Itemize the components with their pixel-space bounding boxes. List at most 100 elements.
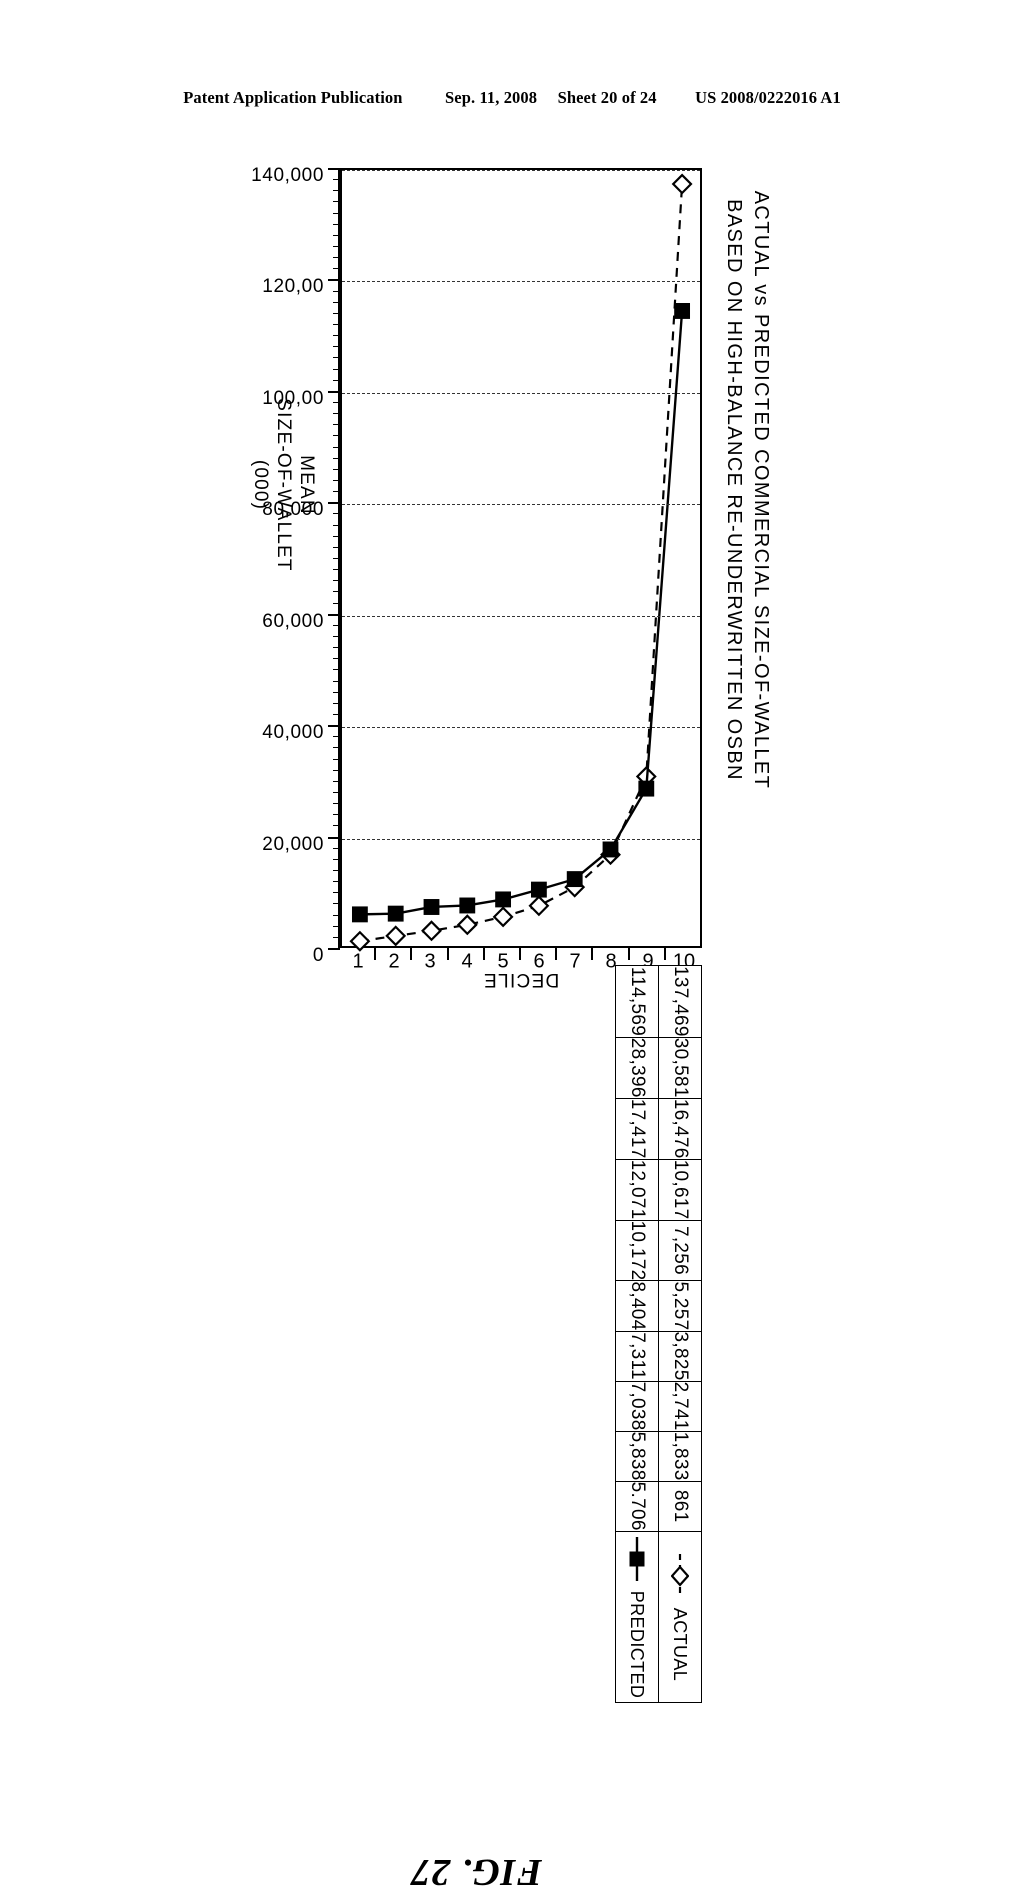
value-tick-minor: [333, 446, 340, 448]
table-cell-actual-10: 137,469: [658, 965, 702, 1038]
value-tick-minor: [333, 179, 340, 181]
value-tick-major: [328, 390, 340, 393]
value-tick-minor: [333, 892, 340, 894]
value-tick-label: 140,000: [251, 165, 324, 186]
fig-caption-holder: FIG. 27: [410, 1038, 542, 1893]
value-tick-minor: [333, 424, 340, 426]
decile-tick: [482, 948, 485, 960]
table-row: 137,469 30,581 16,476 10,617 7,256 5,257 3,825…: [658, 965, 702, 1703]
value-tick-minor: [333, 658, 340, 660]
legend-item-content: PREDICTED: [627, 1532, 648, 1703]
decile-tick: [555, 948, 558, 960]
legend-item-predicted: PREDICTED: [615, 1531, 659, 1703]
value-tick-minor: [333, 714, 340, 715]
patent-sheet-number: Sheet 20 of 24: [557, 88, 657, 107]
value-tick-minor: [333, 792, 340, 793]
data-point-actual-4: [456, 914, 478, 936]
data-point-actual-6: [528, 895, 550, 917]
value-tick-minor: [333, 747, 340, 749]
table-cell-predicted-9: 28,396: [615, 1037, 659, 1099]
decile-tick: [519, 948, 521, 960]
value-tick-minor: [333, 881, 340, 883]
value-axis-title-line-3: (000): [249, 459, 271, 511]
value-axis-title-line-1: MEAN: [296, 455, 317, 515]
legend-item-content: ACTUAL: [670, 1532, 691, 1703]
patent-header: Patent Application Publication Sep. 11, …: [0, 88, 1024, 108]
value-tick-minor: [333, 870, 340, 871]
data-table-body: 137,469 30,581 16,476 10,617 7,256 5,257 3,825…: [615, 965, 702, 1703]
table-cell-predicted-6: 10,172: [615, 1220, 659, 1281]
table-row: 114,569 28,396 17,417 12,071 10,172 8,404 7,31…: [615, 965, 659, 1703]
value-tick-major: [328, 836, 340, 839]
value-tick-minor: [333, 290, 340, 292]
value-tick-minor: [333, 691, 340, 693]
chart-title: ACTUAL vs PREDICTED COMMERCIAL SIZE-OF-W…: [720, 160, 774, 820]
value-tick-minor: [333, 636, 340, 637]
value-tick-label: 0: [312, 945, 324, 966]
data-point-predicted-8: [602, 841, 619, 858]
value-tick-minor: [333, 457, 340, 459]
series-line-actual: [359, 183, 684, 943]
value-tick-minor: [333, 591, 340, 593]
value-tick-minor: [333, 736, 340, 738]
table-cell-predicted-3: 7,038: [615, 1381, 659, 1432]
plot-area: [340, 168, 702, 952]
table-cell-actual-6: 7,256: [658, 1220, 702, 1281]
table-cell-predicted-10: 114,569: [615, 965, 659, 1038]
value-tick-minor: [333, 491, 340, 493]
value-tick-minor: [333, 368, 340, 370]
table-cell-actual-2: 1,833: [658, 1431, 702, 1482]
gridline: [342, 504, 700, 506]
value-tick-minor: [333, 535, 340, 537]
patent-publication-label: Patent Application Publication: [183, 88, 403, 107]
value-tick-minor: [333, 680, 340, 682]
data-point-predicted-7: [566, 871, 583, 888]
decile-tick: [446, 948, 449, 960]
legend-square-icon: [629, 1536, 645, 1581]
value-tick-label: 40,000: [262, 722, 324, 744]
value-tick-minor: [333, 847, 340, 849]
value-tick-minor: [333, 524, 340, 526]
figure-caption: FIG. 27: [410, 1851, 542, 1893]
value-tick-minor: [333, 413, 340, 415]
patent-date: Sep. 11, 2008: [445, 88, 538, 107]
value-tick-minor: [333, 201, 340, 203]
value-tick-minor: [333, 312, 340, 314]
chart-title-line-1: ACTUAL vs PREDICTED COMMERCIAL SIZE-OF-W…: [750, 190, 772, 790]
table-cell-predicted-4: 7,311: [615, 1331, 659, 1382]
value-tick-minor: [333, 480, 340, 481]
decile-tick: [410, 948, 413, 960]
value-axis-title: MEAN SIZE-OF-WALLET (000): [248, 320, 318, 650]
value-tick-minor: [333, 803, 340, 805]
data-point-actual-2: [385, 925, 407, 947]
data-point-predicted-9: [638, 780, 655, 797]
table-cell-actual-7: 10,617: [658, 1159, 702, 1221]
value-tick-minor: [333, 624, 340, 626]
series-line-predicted: [359, 310, 684, 916]
table-cell-actual-5: 5,257: [658, 1280, 702, 1332]
value-tick-minor: [333, 758, 340, 760]
table-cell-predicted-8: 17,417: [615, 1098, 659, 1160]
data-point-actual-3: [421, 920, 442, 942]
value-tick-major: [328, 948, 340, 950]
value-tick-major: [328, 725, 340, 728]
value-tick-minor: [333, 647, 340, 649]
value-tick-minor: [333, 268, 340, 270]
data-point-predicted-3: [423, 899, 440, 915]
value-tick-minor: [333, 223, 340, 225]
gridline: [342, 170, 700, 171]
value-tick-minor: [333, 246, 340, 247]
value-tick-minor: [333, 669, 340, 671]
value-tick-minor: [333, 234, 340, 236]
table-cell-predicted-2: 5,838: [615, 1431, 659, 1482]
data-point-predicted-5: [495, 891, 512, 908]
value-tick-minor: [333, 257, 340, 259]
value-tick-label: 120,00: [262, 276, 324, 298]
value-tick-minor: [333, 546, 340, 548]
value-axis-title-line-2: SIZE-OF-WALLET: [272, 398, 294, 572]
value-tick-minor: [333, 825, 340, 827]
data-point-actual-5: [492, 906, 514, 928]
value-tick-major: [328, 613, 340, 616]
value-tick-minor: [333, 379, 340, 381]
value-tick-minor: [333, 212, 340, 214]
